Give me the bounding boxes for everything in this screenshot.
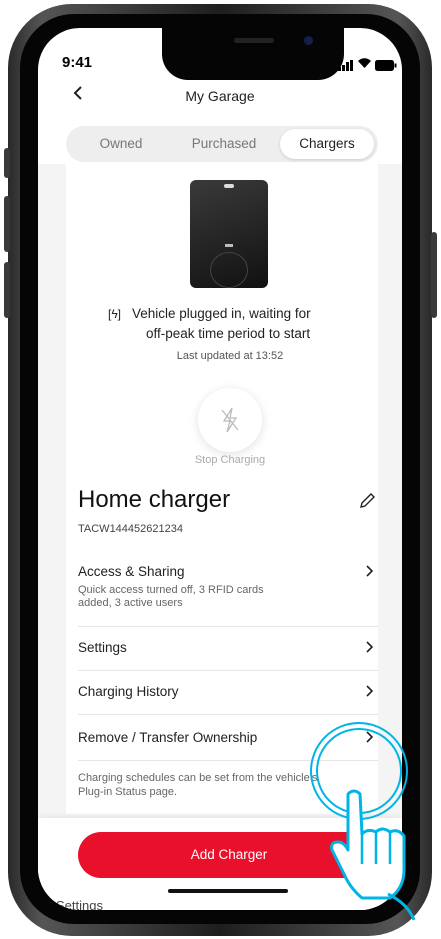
status-line-2: off-peak time period to start (146, 326, 311, 341)
tab-purchased[interactable]: Purchased (172, 126, 276, 162)
charger-serial: TACW144452621234 (78, 523, 183, 535)
charging-off-icon (221, 407, 239, 433)
schedule-note-1: Charging schedules can be set from the v… (78, 772, 318, 784)
menu-label: Charging History (78, 684, 179, 699)
garage-tabs: Owned Purchased Chargers (66, 126, 378, 162)
volume-down-button (4, 262, 10, 318)
status-line-1: Vehicle plugged in, waiting for (132, 306, 311, 321)
menu-settings[interactable]: Settings (78, 626, 378, 671)
stop-charging-label: Stop Charging (194, 454, 266, 466)
charger-image (190, 180, 268, 288)
charger-name: Home charger (78, 486, 231, 513)
home-indicator[interactable] (168, 889, 288, 893)
last-updated: Last updated at 13:52 (176, 350, 284, 362)
chevron-right-icon (366, 564, 374, 580)
signal-icon (338, 58, 354, 76)
charger-socket (210, 252, 248, 288)
page-title: My Garage (185, 88, 255, 104)
menu-label: Settings (78, 640, 127, 655)
chevron-right-icon (366, 640, 374, 656)
charger-light (225, 244, 233, 247)
chevron-right-icon (366, 684, 374, 700)
power-button (431, 232, 437, 318)
peek-settings-text: Settings (56, 898, 103, 910)
plug-status-icon: [ϟ] (108, 307, 122, 321)
edit-icon[interactable] (358, 492, 376, 515)
stop-charging-button[interactable] (198, 388, 262, 452)
front-camera (304, 36, 313, 45)
hand-pointer-icon (330, 789, 416, 921)
mute-switch (4, 148, 10, 178)
menu-access-sharing[interactable]: Access & Sharing Quick access turned off… (78, 552, 378, 627)
notch (162, 28, 344, 80)
wifi-icon (357, 56, 372, 74)
charger-logo-icon (224, 184, 234, 188)
menu-label: Access & Sharing (78, 564, 185, 579)
volume-up-button (4, 196, 10, 252)
speaker (234, 38, 274, 43)
status-time: 9:41 (62, 54, 93, 71)
menu-sub-2: added, 3 active users (78, 597, 183, 609)
tab-owned[interactable]: Owned (74, 126, 168, 162)
menu-sub-1: Quick access turned off, 3 RFID cards (78, 584, 264, 596)
schedule-note-2: Plug-in Status page. (78, 786, 178, 798)
battery-icon (375, 58, 397, 76)
menu-label: Remove / Transfer Ownership (78, 730, 258, 745)
tab-chargers[interactable]: Chargers (280, 129, 374, 159)
menu-charging-history[interactable]: Charging History (78, 670, 378, 715)
